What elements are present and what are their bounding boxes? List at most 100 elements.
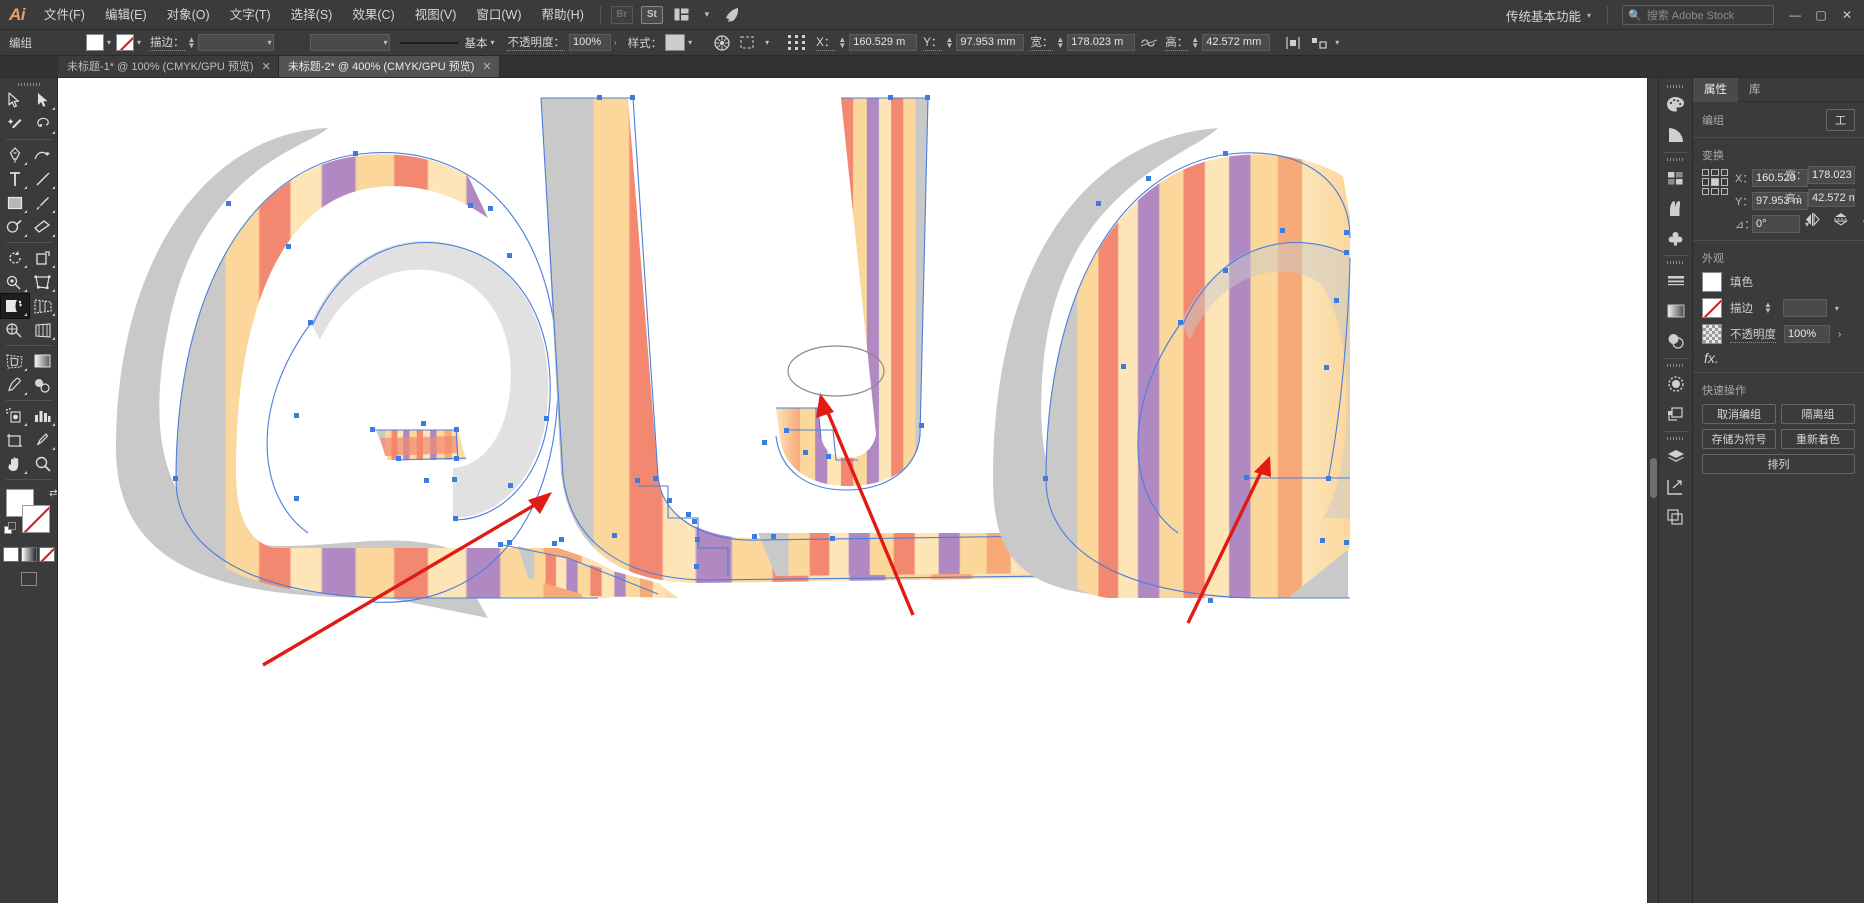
appearance-opacity-chevron-right-icon[interactable]: › xyxy=(1838,329,1841,340)
selection-tool[interactable] xyxy=(1,88,29,112)
canvas-scrollbar-thumb[interactable] xyxy=(1650,458,1657,498)
mesh-tool[interactable] xyxy=(1,318,29,342)
eraser-tool[interactable] xyxy=(29,215,57,239)
stroke-weight-chevron-down-icon[interactable]: ▾ xyxy=(267,38,271,47)
appearance-fx-button[interactable]: fx. xyxy=(1702,350,1855,366)
perspective-selection-tool[interactable] xyxy=(29,318,57,342)
stroke-weight-field[interactable]: ▾ xyxy=(198,34,275,51)
transparency-panel-icon[interactable] xyxy=(1661,326,1691,356)
stroke-profile-chevron-down-icon[interactable]: ▾ xyxy=(383,38,387,47)
stroke-profile-field[interactable]: ▾ xyxy=(310,34,391,51)
direct-selection-flyout-corner[interactable] xyxy=(51,107,55,110)
magic-wand-tool[interactable] xyxy=(1,112,29,136)
gradient-panel-icon[interactable] xyxy=(1661,296,1691,326)
stock-icon[interactable]: St xyxy=(640,5,663,24)
ungroup-button[interactable]: 取消编组 xyxy=(1702,404,1776,424)
color-guide-panel-icon[interactable] xyxy=(1661,120,1691,150)
default-fill-stroke-icon[interactable] xyxy=(3,522,17,540)
graphic-styles-panel-icon[interactable] xyxy=(1661,399,1691,429)
width-flyout-corner[interactable] xyxy=(23,289,27,292)
width-input[interactable]: 178.023 m xyxy=(1067,34,1136,51)
appearance-stroke-chevron-down-icon[interactable]: ▾ xyxy=(1835,304,1839,313)
document-tab-1-close-icon[interactable]: ✕ xyxy=(262,60,271,73)
menu-object[interactable]: 对象(O) xyxy=(157,0,220,30)
stroke-color-control[interactable]: ▾ xyxy=(116,30,146,56)
lasso-flyout-corner[interactable] xyxy=(51,131,55,134)
swap-fill-stroke-icon[interactable]: ⇄ xyxy=(49,488,57,499)
color-panel-icon[interactable] xyxy=(1661,90,1691,120)
scale-flyout-corner[interactable] xyxy=(51,265,55,268)
document-tab-2[interactable]: 未标题-2* @ 400% (CMYK/GPU 预览) ✕ xyxy=(278,55,500,77)
rail-drag-handle-5[interactable] xyxy=(1665,434,1687,442)
appearance-stroke-stepper[interactable]: ▲ ▼ xyxy=(1761,301,1775,315)
rail-drag-handle[interactable] xyxy=(1665,82,1687,90)
toolbar-stroke-swatch[interactable] xyxy=(21,505,50,533)
stroke-style-control[interactable]: 基本 ▾ xyxy=(400,30,499,56)
menu-effect[interactable]: 效果(C) xyxy=(342,0,404,30)
rectangle-flyout-corner[interactable] xyxy=(23,210,27,213)
symbols-panel-icon[interactable] xyxy=(1661,223,1691,253)
shape-builder-flyout-corner[interactable] xyxy=(23,313,27,316)
isolate-group-button[interactable]: 隔离组 xyxy=(1781,404,1855,424)
type-tool[interactable] xyxy=(1,167,29,191)
stock-search-box[interactable]: 🔍 搜索 Adobe Stock xyxy=(1622,5,1774,25)
minimize-button[interactable]: — xyxy=(1782,3,1808,27)
live-paint-bucket-tool[interactable] xyxy=(1,349,29,373)
free-transform-flyout-corner[interactable] xyxy=(51,289,55,292)
y-input[interactable]: 97.953 mm xyxy=(956,34,1025,51)
symbol-sprayer-tool[interactable] xyxy=(1,404,29,428)
none-fill-mode-button[interactable] xyxy=(38,547,55,562)
width-stepper[interactable]: ▲ ▼ xyxy=(1053,35,1067,49)
paintbrush-flyout-corner[interactable] xyxy=(51,210,55,213)
align-chevron-down-icon[interactable]: ▾ xyxy=(1332,38,1344,47)
live-paint-flyout-corner[interactable] xyxy=(23,368,27,371)
close-button[interactable]: ✕ xyxy=(1834,3,1860,27)
stroke-style-chevron-down-icon[interactable]: ▾ xyxy=(487,38,499,47)
x-input[interactable]: 160.529 m xyxy=(849,34,918,51)
stroke-panel-icon[interactable] xyxy=(1661,266,1691,296)
panel-h-input[interactable]: 42.572 m xyxy=(1808,189,1855,207)
rotate-tool[interactable] xyxy=(1,246,29,270)
appearance-stroke-swatch[interactable] xyxy=(1702,298,1722,318)
rail-drag-handle-3[interactable] xyxy=(1665,258,1687,266)
selection-tool-button[interactable]: 工 xyxy=(1826,109,1855,131)
gradient-fill-mode-button[interactable] xyxy=(20,547,37,562)
canvas-vertical-scrollbar[interactable] xyxy=(1647,78,1658,903)
stroke-chevron-down-icon[interactable]: ▾ xyxy=(134,38,146,47)
workspace-chevron-down-icon[interactable]: ▾ xyxy=(1587,11,1601,20)
menu-view[interactable]: 视图(V) xyxy=(405,0,467,30)
opacity-chevron-right-icon[interactable]: › xyxy=(611,38,622,47)
artboard-tool[interactable] xyxy=(1,428,29,452)
save-as-symbol-button[interactable]: 存储为符号 xyxy=(1702,429,1776,449)
layers-panel-icon[interactable] xyxy=(1661,442,1691,472)
bridge-icon[interactable]: Br xyxy=(610,5,633,24)
type-flyout-corner[interactable] xyxy=(23,186,27,189)
tab-libraries[interactable]: 库 xyxy=(1738,78,1772,102)
canvas-area[interactable] xyxy=(58,78,1658,903)
pen-tool[interactable] xyxy=(1,143,29,167)
stroke-weight-stepper[interactable]: ▲ ▼ xyxy=(185,35,199,49)
shaper-flyout-corner[interactable] xyxy=(23,234,27,237)
lasso-tool[interactable] xyxy=(29,112,57,136)
distribute-objects-icon[interactable] xyxy=(1306,36,1332,50)
appearance-fill-swatch[interactable] xyxy=(1702,272,1722,292)
shape-builder-tool[interactable] xyxy=(0,293,30,319)
artboard[interactable] xyxy=(58,78,1647,903)
appearance-opacity-input[interactable]: 100% xyxy=(1784,325,1830,343)
paintbrush-tool[interactable] xyxy=(29,191,57,215)
stroke-swatch[interactable] xyxy=(116,34,135,51)
document-tab-2-close-icon[interactable]: ✕ xyxy=(482,60,491,73)
perspective-selection-flyout-corner[interactable] xyxy=(51,337,55,340)
column-graph-tool[interactable] xyxy=(29,404,57,428)
menu-select[interactable]: 选择(S) xyxy=(281,0,343,30)
menu-edit[interactable]: 编辑(E) xyxy=(95,0,157,30)
eraser-flyout-corner[interactable] xyxy=(51,234,55,237)
recolor-artwork-icon[interactable] xyxy=(709,34,735,51)
width-tool[interactable] xyxy=(1,270,29,294)
pen-flyout-corner[interactable] xyxy=(23,162,27,165)
rotate-flyout-corner[interactable] xyxy=(23,265,27,268)
recolor-button[interactable]: 重新着色 xyxy=(1781,429,1855,449)
asset-export-panel-icon[interactable] xyxy=(1661,502,1691,532)
maximize-button[interactable]: ▢ xyxy=(1808,3,1834,27)
blend-tool[interactable] xyxy=(29,373,57,397)
